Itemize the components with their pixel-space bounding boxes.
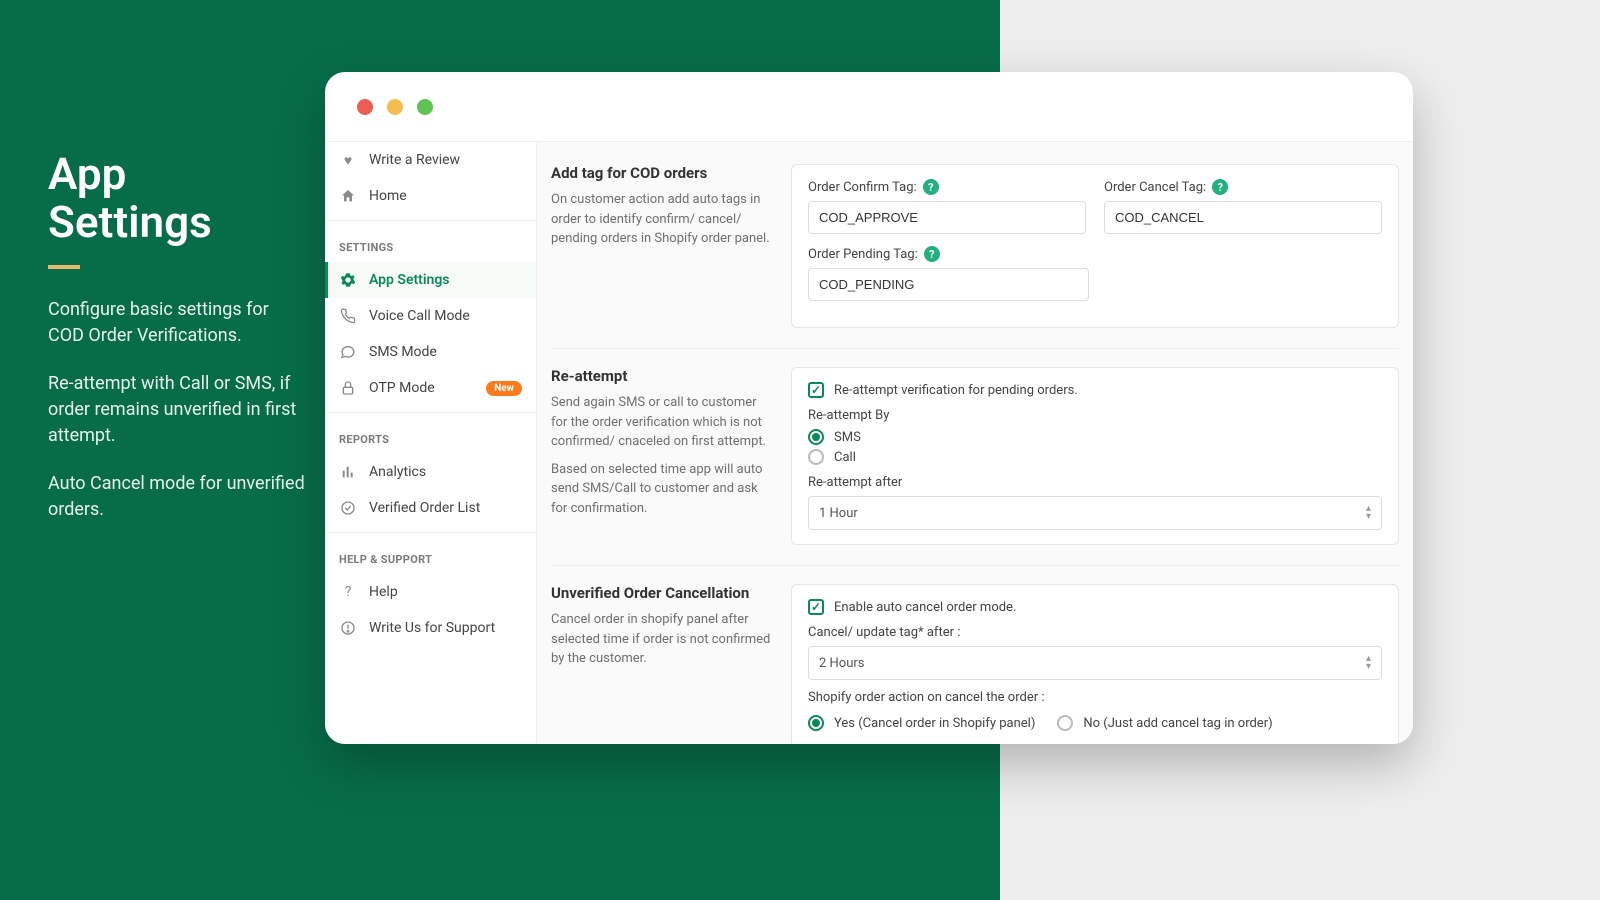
badge-new: New [486,381,522,396]
section-tags: Add tag for COD orders On customer actio… [551,152,1399,348]
reattempt-after-select[interactable]: 1 Hour ▴▾ [808,496,1382,530]
exclaim-icon [339,619,357,637]
info-icon[interactable]: ? [924,246,940,262]
reattempt-by-call[interactable]: Call [808,449,1382,465]
heart-icon: ♥ [339,151,357,169]
hero-title: App Settings [48,150,308,247]
section-tags-title: Add tag for COD orders [551,164,771,182]
home-icon [339,187,357,205]
close-dot[interactable] [357,99,373,115]
radio-icon [808,715,824,731]
info-icon[interactable]: ? [923,179,939,195]
hero-underline [48,265,80,269]
cancel-action-label: Shopify order action on cancel the order… [808,690,1382,705]
reattempt-by-sms[interactable]: SMS [808,429,1382,445]
app-window: ♥ Write a Review Home SETTINGS App Setti… [325,72,1413,744]
nav-verified-list[interactable]: Verified Order List [325,490,536,526]
hero: App Settings Configure basic settings fo… [48,150,308,545]
confirm-tag-input[interactable] [808,201,1086,234]
section-cancellation: Unverified Order Cancellation Cancel ord… [551,565,1399,744]
cancel-checkbox[interactable]: Enable auto cancel order mode. [808,599,1382,615]
hero-p2: Re-attempt with Call or SMS, if order re… [48,371,308,449]
cancel-tag-label: Order Cancel Tag: ? [1104,179,1382,195]
section-help-title: HELP & SUPPORT [325,539,536,574]
cancel-tag-input[interactable] [1104,201,1382,234]
nav-voice-call[interactable]: Voice Call Mode [325,298,536,334]
pending-tag-label: Order Pending Tag: ? [808,246,1089,262]
radio-icon [808,429,824,445]
cancel-after-label: Cancel/ update tag* after : [808,625,1382,640]
cancel-after-select[interactable]: 2 Hours ▴▾ [808,646,1382,680]
app-body: ♥ Write a Review Home SETTINGS App Setti… [325,142,1413,744]
nav-analytics[interactable]: Analytics [325,454,536,490]
nav-write-review[interactable]: ♥ Write a Review [325,142,536,178]
pending-tag-input[interactable] [808,268,1089,301]
question-icon: ? [339,583,357,601]
radio-icon [808,449,824,465]
nav-app-settings[interactable]: App Settings [325,262,536,298]
minimize-dot[interactable] [387,99,403,115]
maximize-dot[interactable] [417,99,433,115]
hero-p3: Auto Cancel mode for unverified orders. [48,471,308,523]
checkbox-icon [808,599,824,615]
chevron-updown-icon: ▴▾ [1366,655,1371,671]
main-content: Add tag for COD orders On customer actio… [537,142,1413,744]
section-reports-title: REPORTS [325,419,536,454]
nav-help[interactable]: ? Help [325,574,536,610]
reattempt-checkbox[interactable]: Re-attempt verification for pending orde… [808,382,1382,398]
sidebar: ♥ Write a Review Home SETTINGS App Setti… [325,142,537,744]
radio-icon [1057,715,1073,731]
check-list-icon [339,499,357,517]
cancel-desc: Cancel order in shopify panel after sele… [551,610,771,669]
reattempt-by-label: Re-attempt By [808,408,1382,423]
gear-icon [339,271,357,289]
nav-sms-mode[interactable]: SMS Mode [325,334,536,370]
cancel-action-no[interactable]: No (Just add cancel tag in order) [1057,715,1272,731]
nav-write-support[interactable]: Write Us for Support [325,610,536,646]
confirm-tag-label: Order Confirm Tag: ? [808,179,1086,195]
nav-home[interactable]: Home [325,178,536,214]
chevron-updown-icon: ▴▾ [1366,505,1371,521]
cancel-title: Unverified Order Cancellation [551,584,771,602]
lock-icon [339,379,357,397]
sms-icon [339,343,357,361]
section-settings-title: SETTINGS [325,227,536,262]
reattempt-title: Re-attempt [551,367,771,385]
section-reattempt: Re-attempt Send again SMS or call to cus… [551,348,1399,565]
cancel-action-yes[interactable]: Yes (Cancel order in Shopify panel) [808,715,1035,731]
section-tags-desc: On customer action add auto tags in orde… [551,190,771,249]
reattempt-desc2: Based on selected time app will auto sen… [551,460,771,519]
checkbox-icon [808,382,824,398]
reattempt-after-label: Re-attempt after [808,475,1382,490]
phone-icon [339,307,357,325]
reattempt-desc1: Send again SMS or call to customer for t… [551,393,771,452]
nav-otp-mode[interactable]: OTP Mode New [325,370,536,406]
chart-icon [339,463,357,481]
info-icon[interactable]: ? [1212,179,1228,195]
titlebar [325,72,1413,142]
hero-p1: Configure basic settings for COD Order V… [48,297,308,349]
